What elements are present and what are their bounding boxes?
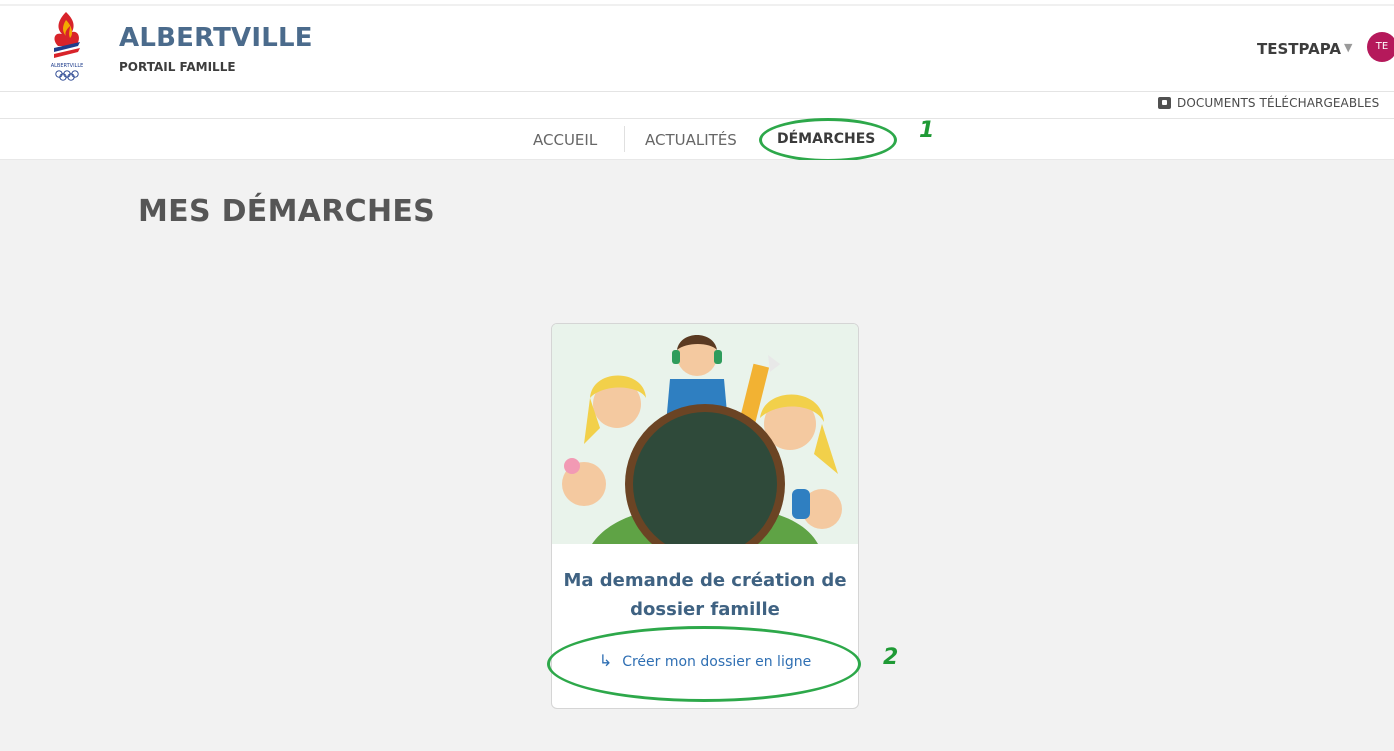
children-chalkboard-illustration (552, 324, 858, 544)
nav-separator (624, 126, 625, 152)
user-avatar[interactable]: TE (1367, 32, 1394, 62)
albertville-logo-icon[interactable]: ALBERTVILLE (44, 10, 90, 82)
annotation-ellipse-1 (759, 118, 897, 162)
caret-down-icon[interactable]: ▼ (1344, 41, 1352, 54)
nav-item-accueil[interactable]: ACCUEIL (533, 131, 597, 149)
annotation-marker-2: 2 (883, 645, 899, 670)
top-divider (0, 4, 1394, 6)
brand-subtitle: PORTAIL FAMILLE (119, 60, 236, 74)
brand-title[interactable]: ALBERTVILLE (119, 23, 313, 53)
documents-label: DOCUMENTS TÉLÉCHARGEABLES (1177, 96, 1380, 110)
user-menu-name[interactable]: TESTPAPA (1257, 40, 1341, 58)
page-title: MES DÉMARCHES (138, 194, 436, 229)
documents-link[interactable]: DOCUMENTS TÉLÉCHARGEABLES (1158, 96, 1379, 110)
svg-text:ALBERTVILLE: ALBERTVILLE (51, 63, 84, 69)
header-divider (0, 91, 1394, 92)
download-box-icon (1158, 97, 1171, 109)
annotation-ellipse-2 (547, 626, 861, 702)
nav-item-actualites[interactable]: ACTUALITÉS (645, 131, 737, 149)
annotation-marker-1: 1 (919, 118, 935, 143)
card-title: Ma demande de création de dossier famill… (563, 570, 847, 620)
